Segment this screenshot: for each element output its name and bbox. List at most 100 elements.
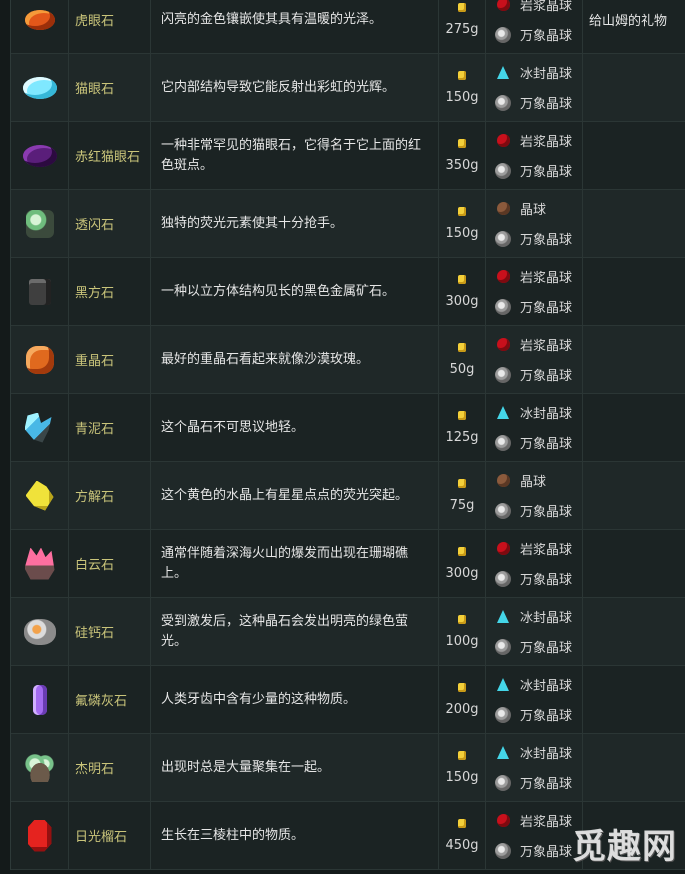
gem-price-cell: 200g: [439, 666, 486, 733]
geode-icon: [494, 200, 512, 218]
gem-note: [583, 462, 685, 529]
table-row: 硅钙石 受到激发后，这种晶石会发出明亮的绿色萤光。 100g 冰封晶球 万象晶球: [11, 598, 685, 666]
gem-description: 这个黄色的水晶上有星星点点的荧光突起。: [151, 462, 439, 529]
table-row: 透闪石 独特的荧光元素使其十分抢手。 150g 晶球 万象晶球: [11, 190, 685, 258]
gem-price: 300g: [445, 293, 479, 309]
geode-label: 万象晶球: [520, 437, 573, 452]
geode-label: 岩浆晶球: [520, 271, 573, 286]
geode-source: 冰封晶球: [494, 602, 572, 632]
omni-geode-icon: [494, 298, 512, 316]
gem-price: 150g: [445, 89, 479, 105]
gem-price-cell: 275g: [439, 0, 486, 53]
gem-price: 75g: [449, 497, 475, 513]
geode-source: 万象晶球: [494, 360, 572, 390]
gem-description: 生长在三棱柱中的物质。: [151, 802, 439, 869]
watermark: 觅趣网: [572, 827, 677, 867]
table-row: 杰明石 出现时总是大量聚集在一起。 150g 冰封晶球 万象晶球: [11, 734, 685, 802]
geode-source: 晶球: [494, 194, 546, 224]
gem-note: [583, 326, 685, 393]
frozen-geode-icon: [494, 608, 512, 626]
gold-coin-icon: [458, 750, 466, 760]
gem-note: [583, 258, 685, 325]
omni-geode-icon: [494, 570, 512, 588]
gold-coin-icon: [458, 682, 466, 692]
gem-name: 赤红猫眼石: [69, 122, 151, 189]
calcite-gem-icon: [25, 480, 54, 511]
geode-label: 万象晶球: [520, 301, 573, 316]
omni-geode-icon: [494, 230, 512, 248]
nekoite-gem-icon: [28, 278, 51, 305]
gem-description: 独特的荧光元素使其十分抢手。: [151, 190, 439, 257]
geode-label: 岩浆晶球: [520, 0, 573, 14]
geode-source: 冰封晶球: [494, 58, 572, 88]
geode-sources-cell: 冰封晶球 万象晶球: [486, 598, 583, 665]
gold-coin-icon: [458, 614, 466, 624]
gem-icon-cell: [11, 802, 69, 869]
geode-source: 万象晶球: [494, 292, 572, 322]
tiger-eye-gem-icon: [24, 9, 55, 30]
gem-icon-cell: [11, 530, 69, 597]
fire-opal-gem-icon: [22, 144, 57, 167]
gem-icon-cell: [11, 54, 69, 121]
gem-description: 最好的重晶石看起来就像沙漠玫瑰。: [151, 326, 439, 393]
geode-source: 万象晶球: [494, 564, 572, 594]
gem-name: 青泥石: [69, 394, 151, 461]
gold-coin-icon: [458, 818, 466, 828]
gem-note: [583, 190, 685, 257]
gem-price-cell: 300g: [439, 530, 486, 597]
geode-source: 万象晶球: [494, 156, 572, 186]
omni-geode-icon: [494, 706, 512, 724]
gem-price: 450g: [445, 837, 479, 853]
gem-price-cell: 150g: [439, 54, 486, 121]
geode-source: 岩浆晶球: [494, 262, 572, 292]
magma-geode-icon: [494, 268, 512, 286]
gem-icon-cell: [11, 258, 69, 325]
geode-sources-cell: 冰封晶球 万象晶球: [486, 394, 583, 461]
geode-source: 冰封晶球: [494, 670, 572, 700]
minerals-table: 虎眼石 闪亮的金色镶嵌使其具有温暖的光泽。 275g 岩浆晶球 万象晶球 给山姆…: [10, 0, 685, 870]
geode-label: 万象晶球: [520, 845, 573, 860]
geode-icon: [494, 472, 512, 490]
geminite-gem-icon: [22, 753, 57, 782]
magma-geode-icon: [494, 132, 512, 150]
gem-name: 杰明石: [69, 734, 151, 801]
gem-price: 275g: [445, 21, 479, 37]
geode-label: 万象晶球: [520, 97, 573, 112]
gold-coin-icon: [458, 478, 466, 488]
geode-source: 岩浆晶球: [494, 534, 572, 564]
gem-icon-cell: [11, 394, 69, 461]
geode-source: 岩浆晶球: [494, 126, 572, 156]
gem-price: 125g: [445, 429, 479, 445]
esperite-gem-icon: [23, 618, 56, 645]
omni-geode-icon: [494, 774, 512, 792]
geode-source: 万象晶球: [494, 88, 572, 118]
gem-icon-cell: [11, 326, 69, 393]
gem-description: 人类牙齿中含有少量的这种物质。: [151, 666, 439, 733]
gem-name: 黑方石: [69, 258, 151, 325]
geode-source: 岩浆晶球: [494, 806, 572, 836]
geode-sources-cell: 晶球 万象晶球: [486, 462, 583, 529]
celestine-gem-icon: [24, 412, 52, 443]
table-row: 虎眼石 闪亮的金色镶嵌使其具有温暖的光泽。 275g 岩浆晶球 万象晶球 给山姆…: [11, 0, 685, 54]
gem-price-cell: 75g: [439, 462, 486, 529]
gem-price-cell: 300g: [439, 258, 486, 325]
gem-note: [583, 598, 685, 665]
gem-description: 一种以立方体结构见长的黑色金属矿石。: [151, 258, 439, 325]
omni-geode-icon: [494, 366, 512, 384]
gold-coin-icon: [458, 2, 466, 12]
gem-name: 透闪石: [69, 190, 151, 257]
geode-label: 晶球: [520, 475, 547, 490]
helvite-gem-icon: [27, 819, 52, 852]
gem-icon-cell: [11, 462, 69, 529]
gem-note: 给山姆的礼物: [583, 0, 685, 53]
geode-label: 晶球: [520, 203, 547, 218]
gem-note: [583, 394, 685, 461]
gem-price: 100g: [445, 633, 479, 649]
gem-icon-cell: [11, 0, 69, 53]
dolomite-gem-icon: [24, 547, 55, 580]
gem-price: 150g: [445, 225, 479, 241]
geode-source: 冰封晶球: [494, 738, 572, 768]
gem-name: 猫眼石: [69, 54, 151, 121]
geode-sources-cell: 冰封晶球 万象晶球: [486, 666, 583, 733]
geode-label: 万象晶球: [520, 641, 573, 656]
